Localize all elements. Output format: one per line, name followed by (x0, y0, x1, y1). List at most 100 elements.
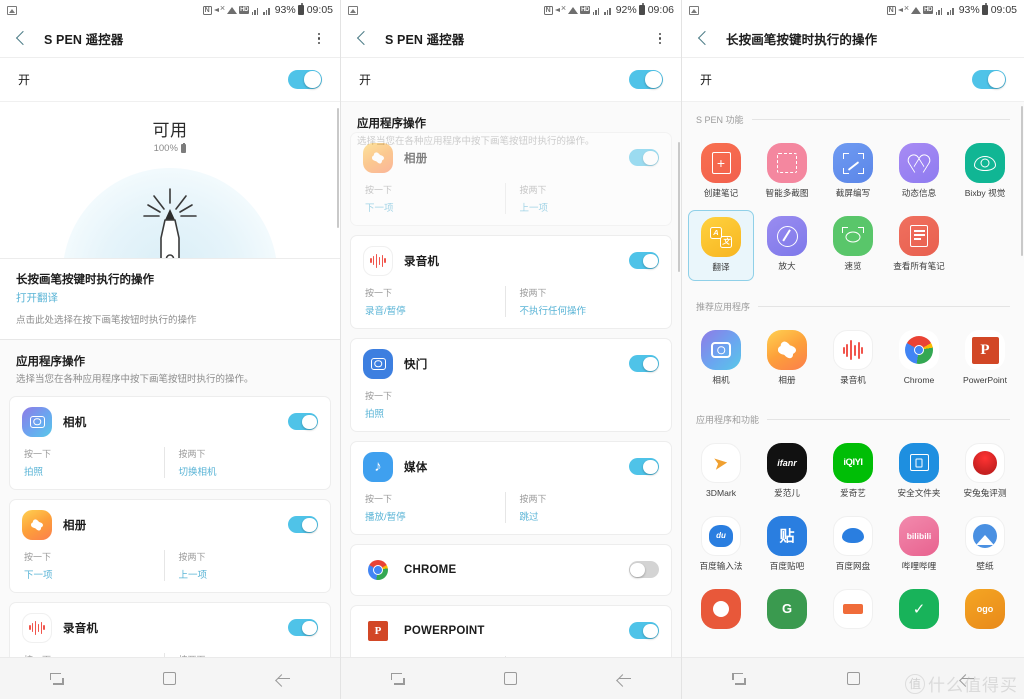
battery-percent: 93% (274, 4, 296, 16)
list-item[interactable]: bilibili 哔哩哔哩 (886, 510, 952, 579)
app-toggle[interactable] (629, 622, 659, 640)
back-nav-icon[interactable] (604, 664, 644, 694)
table-row[interactable]: 相册 按一下 下一项 按两下 上一项 (350, 131, 672, 226)
recommended-apps-grid: 相机 相册 录音机 Chrome P PowerPoint (682, 320, 1024, 401)
spen-graphic (143, 188, 197, 258)
home-icon[interactable] (491, 664, 531, 694)
bixby-vision-icon (965, 143, 1005, 183)
list-item[interactable]: du 百度输入法 (688, 510, 754, 579)
list-item[interactable]: 贴 百度贴吧 (754, 510, 820, 579)
battery-percent: 93% (958, 4, 980, 16)
scroll-body-1[interactable]: 可用 100% 长按画笔按键时执行的操作 打开翻译 点击此处选择在按下画笔按钮时… (0, 102, 340, 657)
overflow-menu-icon[interactable] (310, 30, 328, 48)
list-item[interactable]: 智能多截图 (754, 137, 820, 206)
long-press-value: 打开翻译 (16, 292, 58, 304)
table-row[interactable]: ♪ 媒体 按一下 播放/暂停 按两下 跳过 (350, 440, 672, 535)
scrollbar[interactable] (1020, 106, 1023, 256)
app-toggle[interactable] (288, 413, 318, 431)
single-press-action[interactable]: 按一下 下一项 (22, 550, 164, 581)
table-row[interactable]: 相机 按一下 拍照 按两下 切换相机 (9, 395, 331, 490)
list-item[interactable]: iQIYI 爱奇艺 (820, 437, 886, 506)
home-icon[interactable] (150, 664, 190, 694)
master-switch-toggle[interactable] (629, 70, 663, 89)
master-switch-toggle[interactable] (288, 70, 322, 89)
back-icon[interactable] (694, 29, 714, 49)
single-press-label: 按一下 (24, 448, 52, 459)
master-switch-toggle[interactable] (972, 70, 1006, 89)
list-item[interactable]: 速览 (820, 210, 886, 281)
app-toggle[interactable] (629, 355, 659, 373)
home-icon[interactable] (833, 664, 873, 694)
list-item[interactable] (820, 583, 886, 636)
app-toggle[interactable] (629, 252, 659, 270)
list-item[interactable]: ✓ (886, 583, 952, 636)
scrollbar[interactable] (336, 108, 339, 228)
long-press-action-block[interactable]: 长按画笔按键时执行的操作 打开翻译 点击此处选择在按下画笔按钮时执行的操作 (0, 258, 340, 340)
table-row[interactable]: 录音机 按一下 录音/暂停 按两下 不执行任何操作 (9, 601, 331, 657)
single-press-action[interactable]: 按一下 下一项 (363, 183, 505, 214)
double-press-action[interactable]: 按两下 跳过 (504, 491, 660, 523)
list-item[interactable]: Bixby 视觉 (952, 137, 1018, 206)
list-item[interactable]: 安全文件夹 (886, 437, 952, 506)
chrome-icon (363, 554, 393, 585)
table-row[interactable]: CHROME (350, 543, 672, 596)
double-press-action[interactable]: 按两下 不执行任何操作 (504, 285, 660, 317)
baidu-ime-icon: du (701, 515, 741, 556)
app-toggle[interactable] (288, 516, 318, 534)
table-row[interactable]: P POWERPOINT 按一下 下一张幻灯片 按两下 上一张幻灯片 (350, 604, 672, 657)
master-switch-row-3[interactable]: 开 (682, 58, 1024, 102)
list-item[interactable]: 放大 (754, 210, 820, 281)
double-press-action[interactable]: 按两下 上一项 (163, 549, 319, 581)
list-item[interactable]: 安兔兔评测 (952, 437, 1018, 506)
master-switch-row-2[interactable]: 开 (341, 58, 681, 102)
single-press-action[interactable]: 按一下 录音/暂停 (363, 286, 505, 317)
app-toggle[interactable] (629, 458, 659, 476)
double-press-action[interactable]: 按两下 上一项 (504, 182, 660, 214)
double-press-action[interactable]: 按两下 切换相机 (163, 446, 319, 478)
single-press-action[interactable]: 按一下 拍照 (363, 389, 659, 420)
list-item[interactable]: 相机 (688, 324, 754, 393)
single-press-action[interactable]: 按一下 拍照 (22, 447, 164, 478)
app-actions-section-header-1: 应用程序操作 选择当您在各种应用程序中按下画笔按钮时执行的操作。 (0, 340, 340, 396)
scroll-body-2[interactable]: 应用程序操作 选择当您在各种应用程序中按下画笔按钮时执行的操作。 相册 (341, 102, 681, 657)
glance-icon (833, 216, 873, 257)
list-item[interactable]: Chrome (886, 324, 952, 393)
app-toggle[interactable] (288, 619, 318, 637)
list-item[interactable]: 截屏编写 (820, 137, 886, 206)
list-item[interactable]: 相册 (754, 324, 820, 393)
recent-apps-icon[interactable] (378, 664, 418, 694)
app-toggle[interactable] (629, 149, 659, 167)
table-row[interactable]: 快门 按一下 拍照 (350, 337, 672, 432)
list-item-selected[interactable]: A文 翻译 (688, 210, 754, 282)
recent-apps-icon[interactable] (719, 664, 759, 694)
list-item[interactable]: 动态信息 (886, 137, 952, 206)
app-toggle[interactable] (629, 561, 659, 579)
chrome-icon (899, 330, 939, 371)
master-switch-row-1[interactable]: 开 (0, 58, 340, 102)
list-item[interactable]: ifanr 爱范儿 (754, 437, 820, 506)
back-nav-icon[interactable] (947, 664, 987, 694)
back-icon[interactable] (12, 29, 32, 49)
list-item[interactable]: 录音机 (820, 324, 886, 393)
table-row[interactable]: 相册 按一下 下一项 按两下 上一项 (9, 498, 331, 593)
recent-apps-icon[interactable] (37, 664, 77, 694)
list-item[interactable]: 百度网盘 (820, 510, 886, 579)
table-row[interactable]: 录音机 按一下 录音/暂停 按两下 不执行任何操作 (350, 234, 672, 329)
list-item[interactable] (688, 583, 754, 636)
overflow-menu-icon[interactable] (651, 30, 669, 48)
list-item[interactable]: 壁纸 (952, 510, 1018, 579)
list-item[interactable]: ➤ 3DMark (688, 437, 754, 506)
clock: 09:05 (306, 4, 333, 16)
list-item[interactable]: P PowerPoint (952, 324, 1018, 393)
status-bar-2: N HD 92% 09:06 (341, 0, 681, 20)
back-icon[interactable] (353, 29, 373, 49)
list-item[interactable]: ogo (952, 583, 1018, 636)
single-press-action[interactable]: 按一下 播放/暂停 (363, 492, 505, 523)
app-icon-partial-4: ✓ (899, 588, 939, 629)
list-item[interactable]: 创建笔记 (688, 137, 754, 206)
back-nav-icon[interactable] (263, 664, 303, 694)
scroll-body-3[interactable]: S PEN 功能 创建笔记 智能多截图 截屏编写 (682, 102, 1024, 657)
scrollbar[interactable] (677, 142, 680, 272)
list-item[interactable]: G (754, 583, 820, 636)
list-item[interactable]: 查看所有笔记 (886, 210, 952, 281)
